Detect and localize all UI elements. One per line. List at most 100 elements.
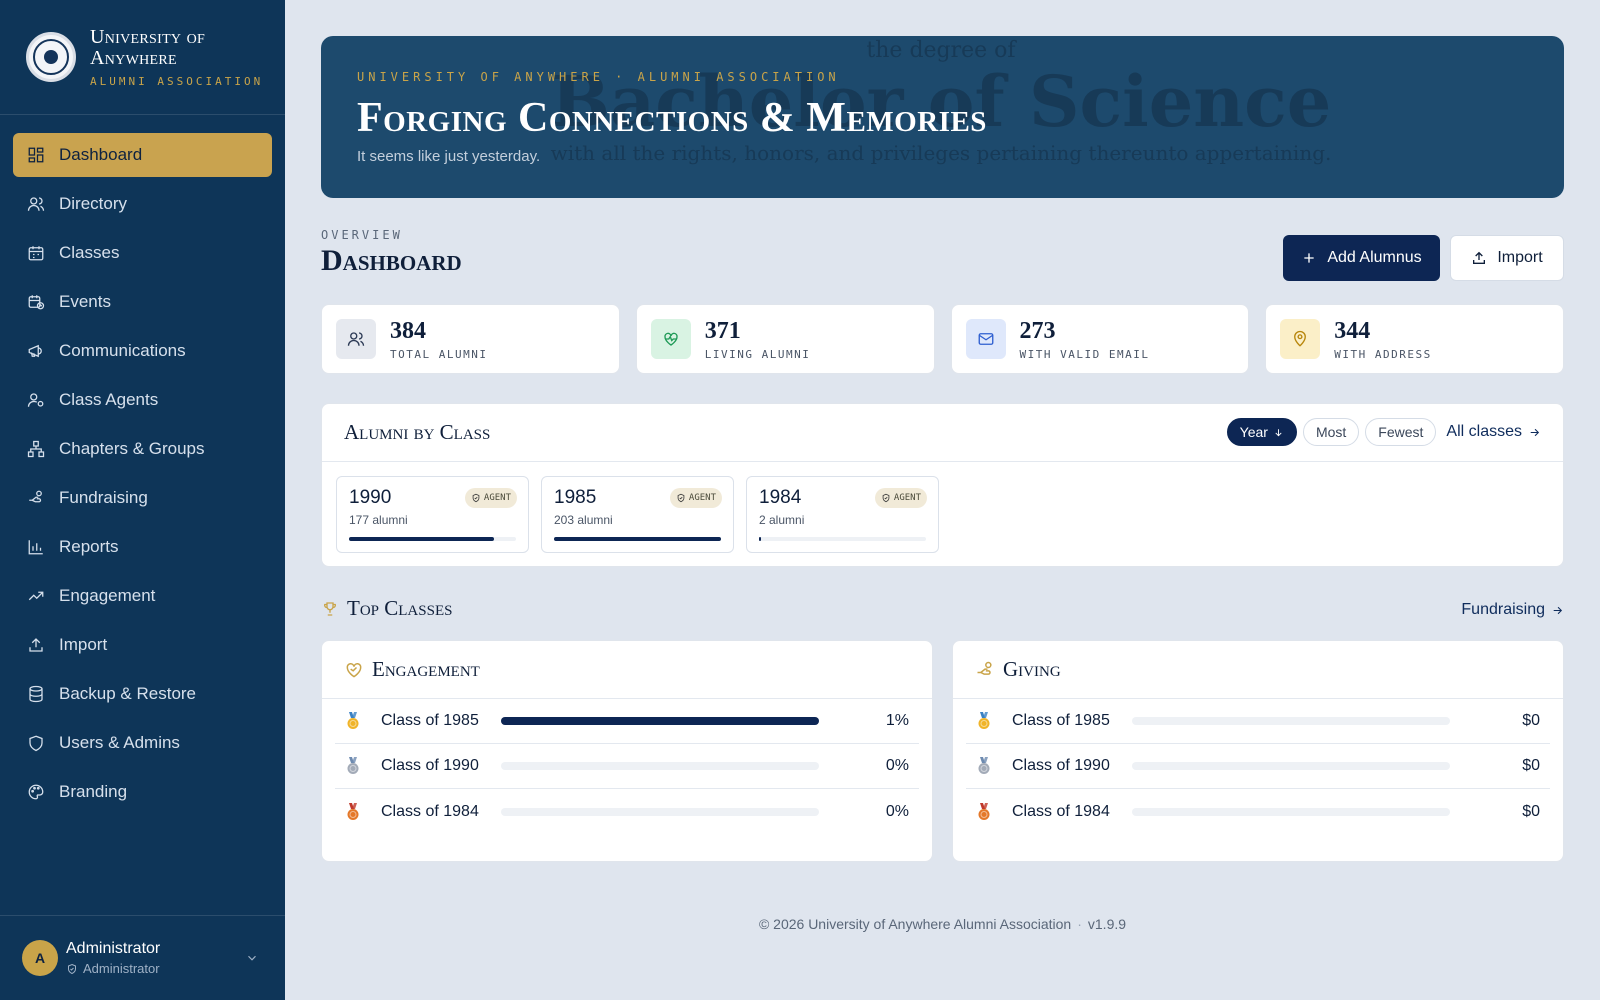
ranking-value: 1% (885, 712, 909, 729)
silver-medal-icon (976, 757, 992, 775)
class-count: 2 alumni (759, 513, 805, 527)
sidebar-item-label: Backup & Restore (59, 684, 197, 703)
ranking-label: Class of 1985 (1012, 712, 1110, 729)
sidebar-item-users-admins[interactable]: Users & Admins (13, 721, 272, 765)
page-title: Dashboard (321, 244, 462, 277)
sidebar-item-events[interactable]: Events (13, 280, 272, 324)
sidebar-item-class-agents[interactable]: Class Agents (13, 378, 272, 422)
stat-label: WITH VALID EMAIL (1019, 347, 1150, 361)
sidebar-item-engagement[interactable]: Engagement (13, 574, 272, 618)
class-progress-fill (759, 537, 761, 541)
stat-card: 371 LIVING ALUMNI (635, 304, 935, 374)
stat-label: WITH ADDRESS (1334, 347, 1432, 361)
database-icon (27, 685, 45, 703)
hero-subtitle: It seems like just yesterday. (357, 148, 541, 165)
mail-icon (965, 319, 1006, 359)
bronze-medal-icon (345, 802, 361, 821)
ranking-bar-track (1132, 717, 1450, 725)
all-classes-label: All classes (1446, 423, 1522, 440)
sidebar-item-fundraising[interactable]: Fundraising (13, 476, 272, 520)
sidebar-item-label: Events (59, 292, 111, 311)
chevron-down-icon[interactable] (245, 951, 259, 970)
ranking-row: Class of 1985 $0 (966, 699, 1550, 744)
user-name: Administrator (66, 940, 161, 957)
sidebar-item-directory[interactable]: Directory (13, 182, 272, 226)
giving-list: Class of 1985 $0 Class of 1990 $0 Class of 1… (953, 699, 1563, 834)
sidebar-item-import[interactable]: Import (13, 623, 272, 667)
all-classes-link[interactable]: All classes (1446, 423, 1541, 441)
bar-chart-icon (27, 538, 45, 556)
ranking-bar-track (1132, 762, 1450, 770)
shield-icon (27, 734, 45, 752)
ranking-label: Class of 1990 (381, 757, 479, 774)
brand-subtitle: ALUMNI ASSOCIATION (90, 74, 264, 88)
plus-icon (1304, 253, 1315, 263)
ranking-label: Class of 1984 (381, 802, 479, 820)
stat-value: 371 (704, 317, 741, 344)
import-button[interactable]: Import (1450, 235, 1564, 281)
avatar: A (22, 940, 58, 976)
sidebar-item-branding[interactable]: Branding (13, 770, 272, 814)
user-role-label: Administrator (83, 961, 160, 976)
stat-value: 384 (390, 317, 426, 344)
ranking-label: Class of 1985 (381, 712, 479, 729)
class-card[interactable]: 1984 2 alumni AGENT (746, 476, 939, 553)
alumni-by-class-title: Alumni by Class (344, 420, 491, 444)
class-progress-track (554, 537, 721, 541)
ranking-value: 0% (885, 757, 909, 774)
sidebar-item-backup-restore[interactable]: Backup & Restore (13, 672, 272, 716)
hero-banner: the degree of Bachelor of Science with a… (321, 36, 1564, 198)
footer-version: v1.9.9 (1087, 916, 1127, 932)
ranking-value: $0 (1522, 757, 1540, 774)
ranking-bar-track (501, 807, 819, 816)
ranking-value: $0 (1522, 802, 1540, 820)
alumni-by-class-card: Alumni by Class Year Most Fewest All cla… (321, 403, 1564, 567)
fundraising-link-label: Fundraising (1461, 601, 1545, 618)
agent-badge: AGENT (464, 488, 517, 508)
arrow-right-icon (1553, 606, 1563, 614)
silver-medal-icon (345, 757, 361, 775)
stat-card: 273 WITH VALID EMAIL (950, 304, 1250, 374)
class-count: 177 alumni (349, 513, 408, 527)
sidebar-item-classes[interactable]: Classes (13, 231, 272, 275)
ranking-bar-track (501, 762, 819, 770)
sidebar-item-reports[interactable]: Reports (13, 525, 272, 569)
stat-label: LIVING ALUMNI (704, 347, 811, 361)
sidebar-item-label: Branding (59, 782, 128, 801)
sidebar-item-communications[interactable]: Communications (13, 329, 272, 373)
gold-medal-icon (976, 712, 992, 730)
brand[interactable]: University of Anywhere ALUMNI ASSOCIATIO… (0, 0, 285, 115)
user-menu[interactable]: A Administrator Administrator (0, 915, 285, 1000)
sidebar-item-dashboard[interactable]: Dashboard (13, 133, 272, 177)
class-progress-fill (554, 537, 721, 541)
agent-badge: AGENT (874, 488, 927, 508)
stat-card: 344 WITH ADDRESS (1265, 304, 1564, 374)
ranking-row: Class of 1984 $0 (966, 789, 1550, 834)
users-icon (336, 319, 376, 359)
sort-most-button[interactable]: Most (1302, 418, 1360, 446)
sort-year-button[interactable]: Year (1226, 418, 1297, 446)
class-card[interactable]: 1990 177 alumni AGENT (336, 476, 529, 553)
sidebar-item-label: Engagement (59, 586, 156, 605)
sort-fewest-button[interactable]: Fewest (1365, 418, 1437, 446)
hero-eyebrow: UNIVERSITY OF ANYWHERE · ALUMNI ASSOCIAT… (357, 70, 840, 84)
agent-badge-label: AGENT (893, 493, 921, 503)
class-card[interactable]: 1985 203 alumni AGENT (541, 476, 734, 553)
fundraising-link[interactable]: Fundraising (1461, 601, 1564, 619)
user-role: Administrator (66, 961, 160, 976)
sidebar: University of Anywhere ALUMNI ASSOCIATIO… (0, 0, 285, 1000)
overview-eyebrow: OVERVIEW (321, 228, 403, 242)
class-count: 203 alumni (554, 513, 613, 527)
users-icon (27, 195, 45, 213)
brand-name-line1: University of (90, 25, 206, 48)
upload-icon (1473, 251, 1486, 264)
bronze-medal-icon (976, 802, 992, 821)
engagement-panel: Engagement Class of 1985 1% Class of 1990 0… (321, 640, 933, 862)
network-icon (27, 440, 45, 458)
engagement-title: Engagement (372, 657, 480, 681)
sidebar-item-chapters-groups[interactable]: Chapters & Groups (13, 427, 272, 471)
sidebar-item-label: Reports (59, 537, 119, 556)
top-classes-header: Top Classes (321, 596, 452, 621)
top-classes-title: Top Classes (347, 596, 453, 620)
add-alumnus-button[interactable]: Add Alumnus (1283, 235, 1440, 281)
